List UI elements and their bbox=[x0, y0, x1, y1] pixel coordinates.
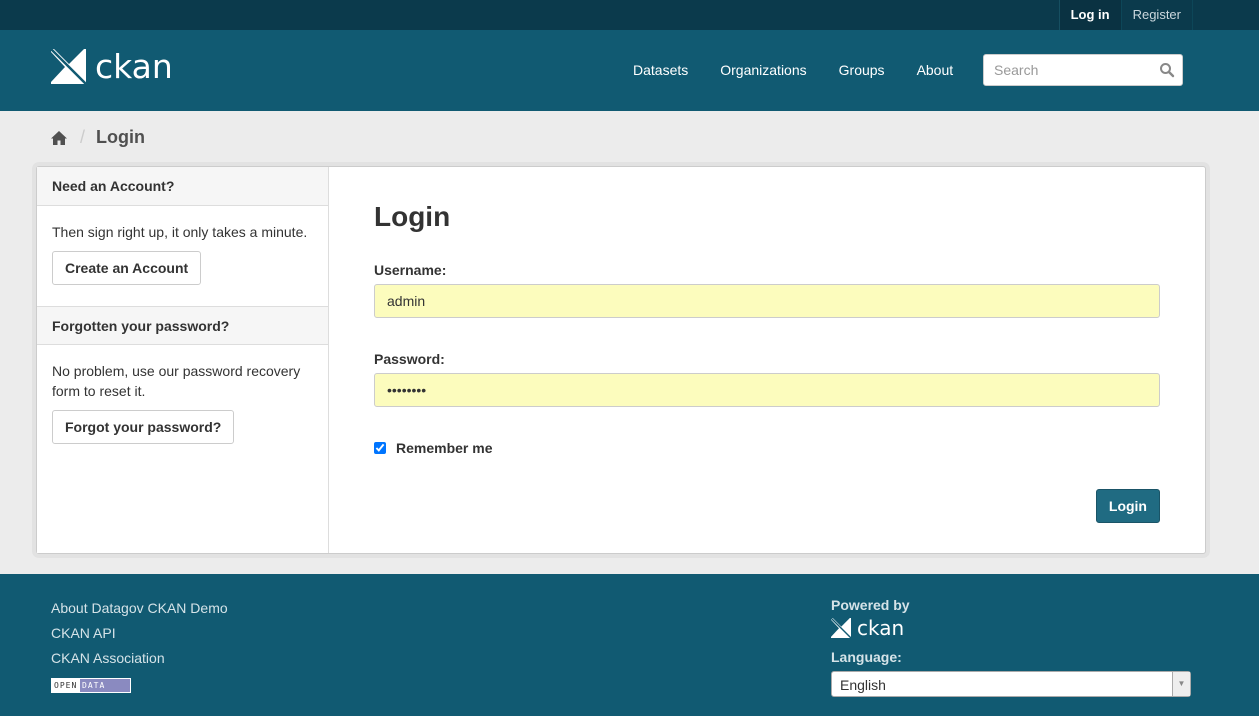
nav-organizations[interactable]: Organizations bbox=[704, 30, 822, 111]
ckan-logo-icon bbox=[831, 618, 851, 638]
logo-text: ckan bbox=[95, 47, 173, 86]
page-title: Login bbox=[374, 201, 451, 232]
forgot-password-button[interactable]: Forgot your password? bbox=[52, 410, 235, 444]
register-link[interactable]: Register bbox=[1120, 0, 1193, 30]
home-icon[interactable] bbox=[51, 130, 67, 146]
remember-me: Remember me bbox=[374, 440, 493, 456]
password-module-content: No problem, use our password recovery fo… bbox=[37, 345, 328, 444]
language-label: Language: bbox=[831, 649, 902, 665]
search-box bbox=[983, 54, 1183, 86]
search-input[interactable] bbox=[984, 55, 1144, 85]
masthead: ckan Datasets Organizations Groups About bbox=[0, 30, 1259, 111]
site-footer: About Datagov CKAN Demo CKAN API CKAN As… bbox=[0, 574, 1259, 716]
login-button[interactable]: Login bbox=[1095, 489, 1160, 523]
password-field[interactable] bbox=[374, 373, 1160, 407]
open-data-badge[interactable]: OPEN DATA bbox=[51, 678, 131, 693]
nav-about[interactable]: About bbox=[901, 30, 970, 111]
account-heading: Need an Account? bbox=[37, 167, 328, 206]
breadcrumb-current[interactable]: Login bbox=[96, 127, 145, 148]
password-module: Forgotten your password? No problem, use… bbox=[37, 306, 328, 444]
chevron-down-icon[interactable]: ▼ bbox=[1172, 672, 1190, 696]
footer-links: About Datagov CKAN Demo CKAN API CKAN As… bbox=[51, 596, 228, 693]
sidebar: Need an Account? Then sign right up, it … bbox=[37, 167, 329, 553]
powered-by-label: Powered by bbox=[831, 597, 910, 613]
footer-link-association[interactable]: CKAN Association bbox=[51, 646, 228, 671]
nav-datasets[interactable]: Datasets bbox=[617, 30, 704, 111]
footer-link-about[interactable]: About Datagov CKAN Demo bbox=[51, 596, 228, 621]
language-value: English bbox=[840, 677, 886, 693]
create-account-button[interactable]: Create an Account bbox=[52, 251, 202, 285]
language-select[interactable]: English ▼ bbox=[831, 671, 1191, 697]
powered-by-logo[interactable]: ckan bbox=[831, 618, 1191, 638]
account-module-content: Then sign right up, it only takes a minu… bbox=[37, 206, 328, 285]
powered-logo-text: ckan bbox=[857, 616, 905, 640]
breadcrumb-separator: / bbox=[80, 127, 86, 147]
username-field[interactable] bbox=[374, 284, 1160, 318]
footer-link-api[interactable]: CKAN API bbox=[51, 621, 228, 646]
badge-left-text: OPEN bbox=[52, 679, 80, 692]
account-module: Need an Account? Then sign right up, it … bbox=[37, 167, 328, 306]
password-text: No problem, use our password recovery fo… bbox=[52, 363, 301, 399]
remember-me-checkbox[interactable] bbox=[374, 442, 386, 454]
account-bar: Log in Register bbox=[0, 0, 1259, 30]
powered-by: Powered by ckan Language: English ▼ bbox=[831, 596, 1191, 697]
breadcrumb: / Login bbox=[51, 127, 145, 148]
search-icon[interactable] bbox=[1159, 62, 1175, 78]
badge-right-text: DATA bbox=[80, 679, 130, 692]
password-label: Password: bbox=[374, 351, 445, 367]
password-heading: Forgotten your password? bbox=[37, 306, 328, 345]
login-link[interactable]: Log in bbox=[1058, 0, 1121, 30]
nav-groups[interactable]: Groups bbox=[823, 30, 901, 111]
username-label: Username: bbox=[374, 262, 447, 278]
remember-me-label[interactable]: Remember me bbox=[396, 440, 493, 456]
account-text: Then sign right up, it only takes a minu… bbox=[52, 224, 308, 240]
account-links: Log in Register bbox=[1058, 0, 1193, 30]
site-logo[interactable]: ckan bbox=[51, 49, 173, 84]
ckan-logo-icon bbox=[51, 49, 86, 84]
main-nav: Datasets Organizations Groups About bbox=[617, 30, 969, 111]
login-card: Need an Account? Then sign right up, it … bbox=[36, 166, 1206, 554]
